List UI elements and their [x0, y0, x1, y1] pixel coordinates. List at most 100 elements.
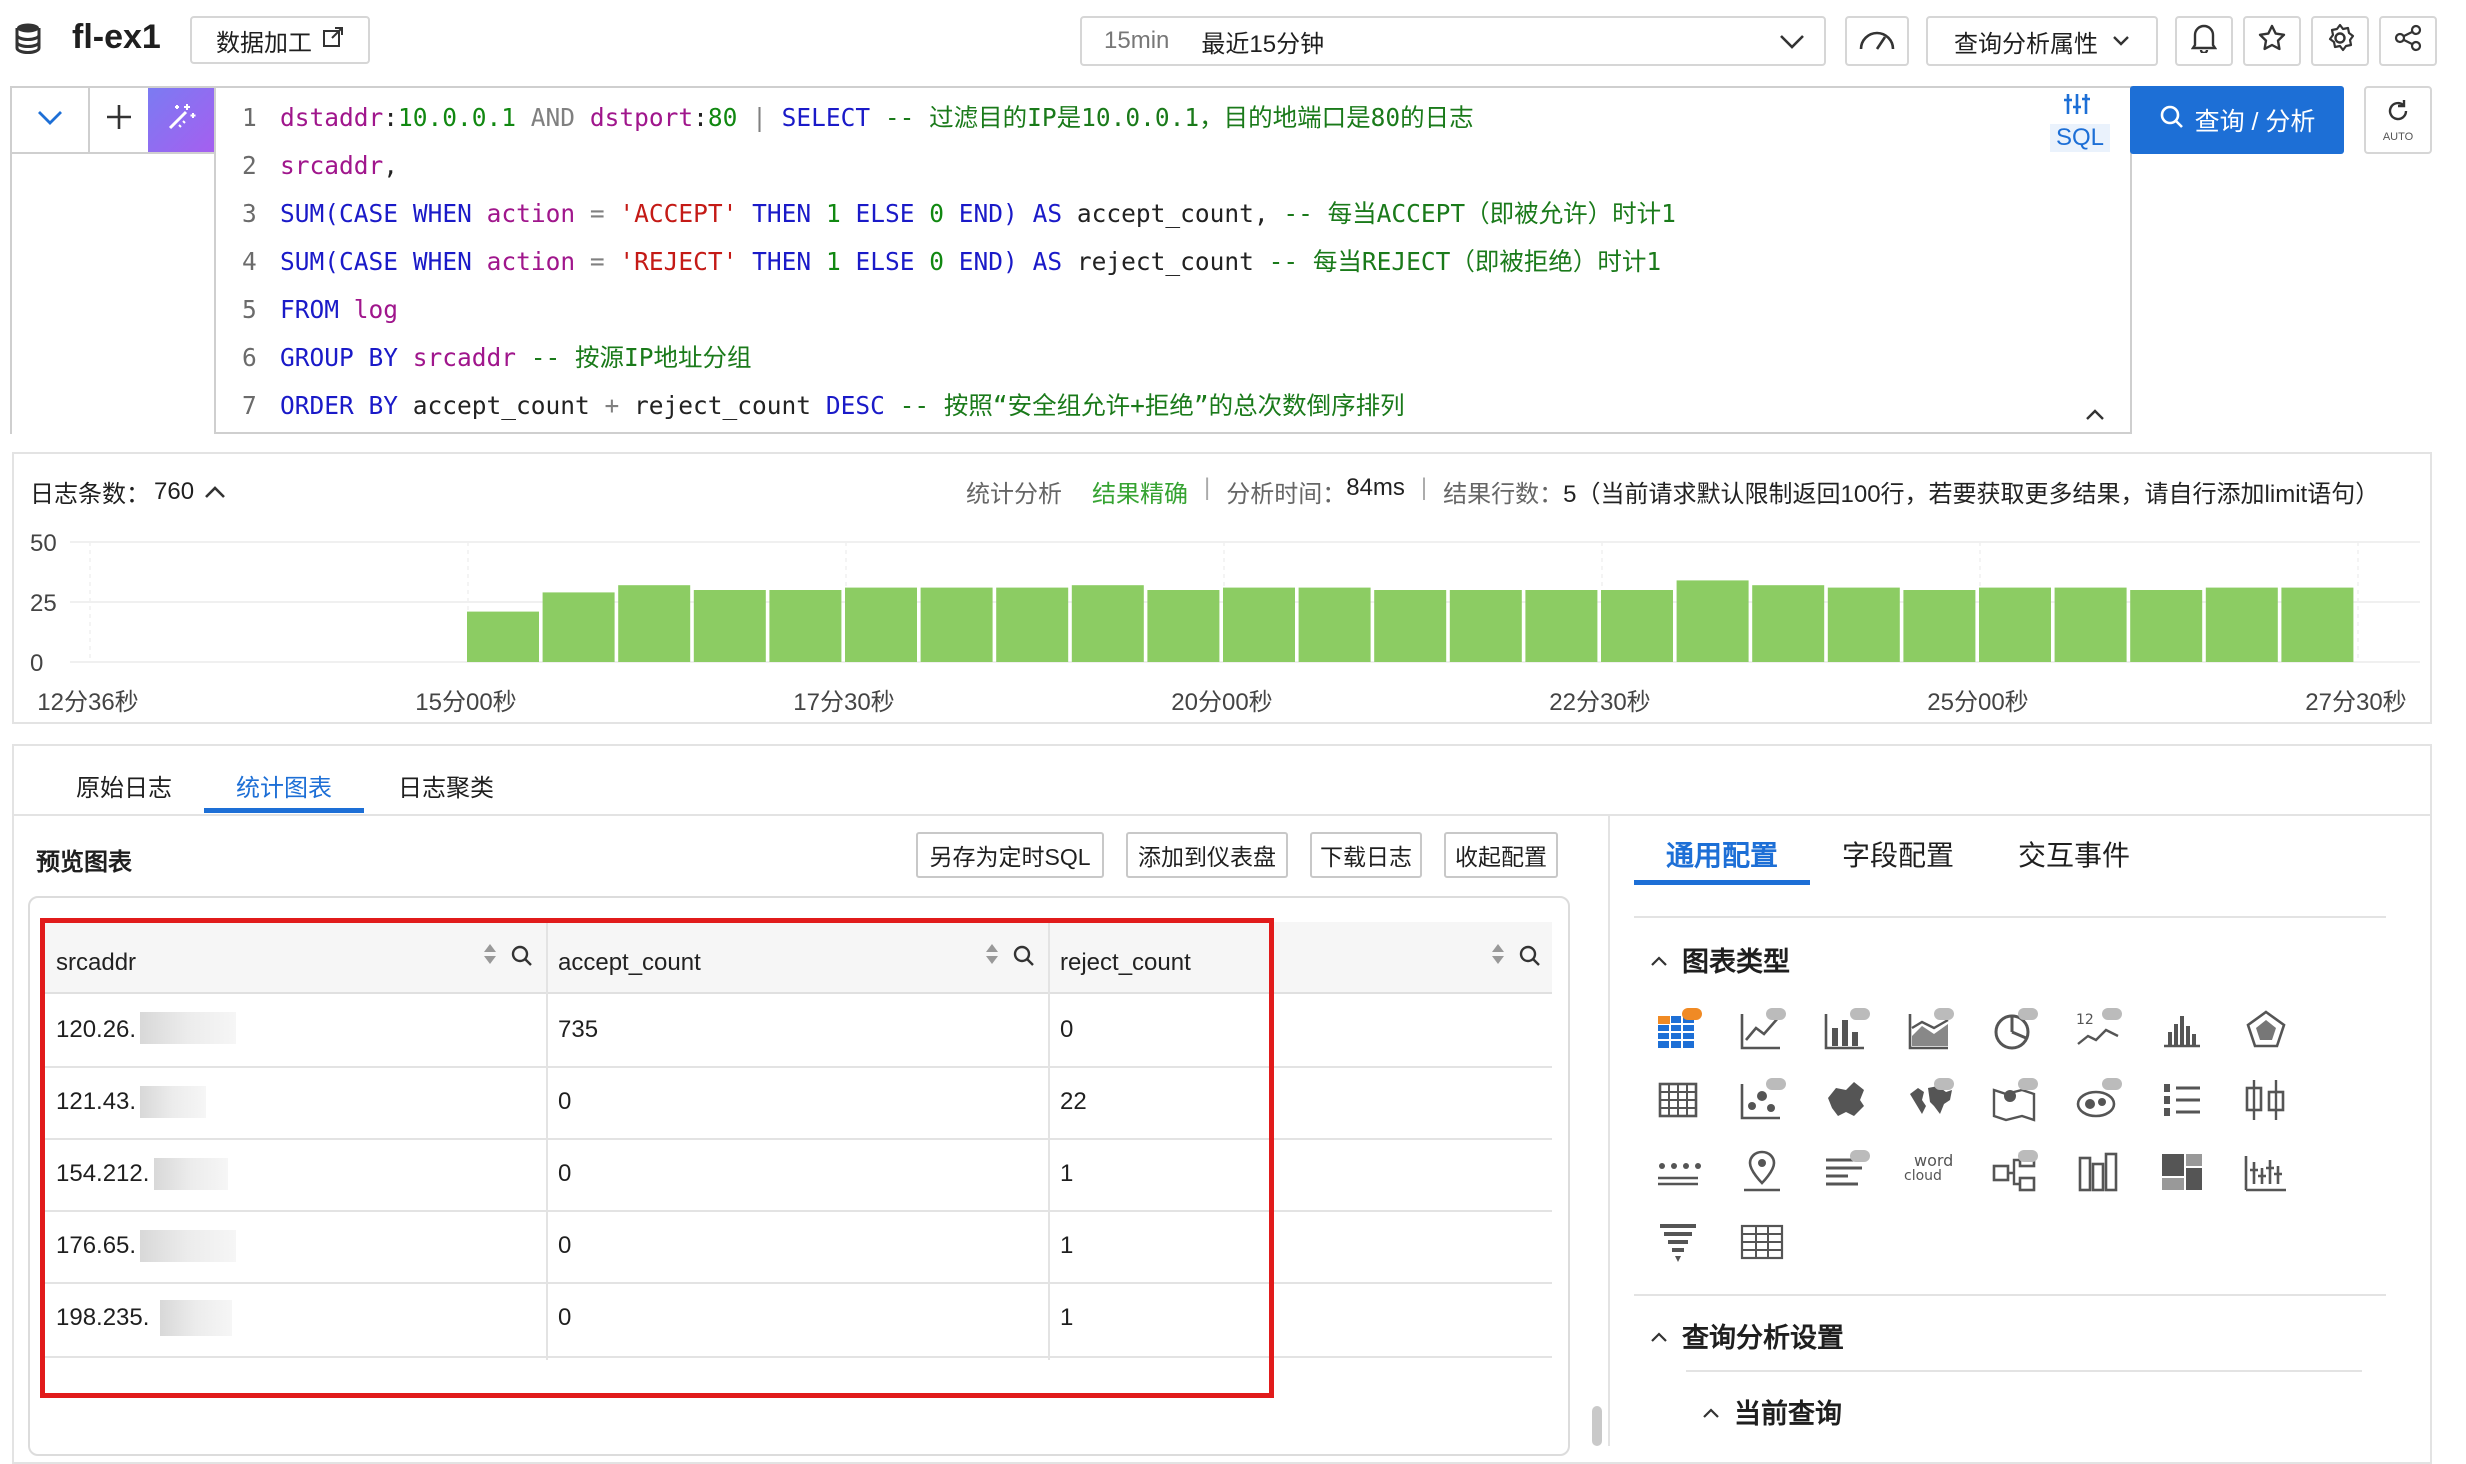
chevron-up-icon — [1650, 1322, 1668, 1350]
analysis-props-button[interactable]: 查询分析属性 — [1926, 16, 2158, 66]
histogram-bar — [1903, 590, 1976, 662]
save-scheduled-sql-button[interactable]: 另存为定时SQL — [916, 832, 1104, 878]
query-tools-divider — [214, 86, 216, 434]
boxplot-icon[interactable] — [2242, 1076, 2290, 1124]
histogram-bar — [2281, 587, 2354, 662]
china-map-icon[interactable] — [1822, 1076, 1870, 1124]
add-query-button[interactable] — [90, 88, 148, 152]
area-chart-icon[interactable] — [1906, 1006, 1954, 1054]
tab-active-indicator — [1634, 880, 1810, 885]
treemap-icon[interactable] — [2158, 1148, 2206, 1196]
x-tick-label: 15分00秒 — [415, 689, 516, 716]
query-settings-section[interactable]: 查询分析设置 — [1650, 1316, 1844, 1355]
world-map-icon[interactable] — [1906, 1076, 1954, 1124]
highlight-box — [40, 918, 1274, 1398]
y-tick-label: 50 — [30, 530, 57, 557]
collapse-query-button[interactable] — [12, 88, 90, 152]
bar-chart-icon[interactable] — [1822, 1006, 1870, 1054]
gauge-icon — [1857, 25, 1897, 58]
precise-label: 结果精确 — [1092, 481, 1188, 508]
data-process-button[interactable]: 数据加工 — [190, 16, 370, 64]
auto-refresh-button[interactable]: AUTO — [2364, 86, 2432, 154]
tab-raw-logs[interactable]: 原始日志 — [76, 768, 172, 803]
tab-field-config[interactable]: 字段配置 — [1842, 834, 1954, 874]
pie-chart-icon[interactable] — [1990, 1006, 2038, 1054]
favorite-button[interactable] — [2243, 16, 2301, 66]
line-chart-icon[interactable] — [1738, 1006, 1786, 1054]
result-rows-value: 5（当前请求默认限制返回100行，若要获取更多结果，请自行添加limit语句） — [1563, 481, 2380, 508]
histogram-icon[interactable] — [2158, 1006, 2206, 1054]
x-tick-label: 17分30秒 — [793, 689, 894, 716]
current-query-label: 当前查询 — [1734, 1399, 1842, 1429]
panel-divider — [1608, 816, 1610, 1446]
stats-summary: 统计分析 结果精确 | 分析时间： 84ms | 结果行数： 5（当前请求默认限… — [966, 474, 2379, 509]
collapse-config-button[interactable]: 收起配置 — [1444, 832, 1558, 878]
data-process-label: 数据加工 — [216, 29, 312, 57]
tab-log-cluster[interactable]: 日志聚类 — [398, 768, 494, 803]
config-tabs-line — [1634, 916, 2386, 918]
current-query-section[interactable]: 当前查询 — [1702, 1392, 1842, 1431]
sort-icon[interactable] — [1490, 942, 1506, 973]
x-tick-label: 22分30秒 — [1549, 689, 1650, 716]
tab-general-config[interactable]: 通用配置 — [1666, 834, 1778, 874]
add-to-dashboard-button[interactable]: 添加到仪表盘 — [1126, 832, 1288, 878]
timeline-chart-icon[interactable] — [1822, 1148, 1870, 1196]
magic-assist-button[interactable] — [148, 88, 214, 152]
separator: | — [1420, 474, 1428, 501]
map-marker-icon[interactable] — [1738, 1148, 1786, 1196]
search-icon — [2159, 104, 2185, 137]
chevron-down-icon — [1778, 30, 1806, 59]
star-icon — [2257, 23, 2287, 60]
stat-analysis-label: 统计分析 — [966, 481, 1062, 508]
amap-icon[interactable] — [2074, 1076, 2122, 1124]
bell-icon — [2190, 23, 2218, 60]
x-tick-label: 20分00秒 — [1171, 689, 1272, 716]
word-cloud-icon[interactable]: word cloud — [1900, 1148, 1960, 1196]
histogram-bar — [996, 587, 1069, 662]
database-icon — [14, 22, 42, 54]
cross-table-icon[interactable] — [1654, 1076, 1702, 1124]
chevron-down-icon — [2112, 27, 2130, 55]
search-icon[interactable] — [1518, 944, 1542, 975]
scatter-chart-icon[interactable] — [1738, 1076, 1786, 1124]
flow-chart-icon[interactable] — [1654, 1148, 1702, 1196]
download-logs-button[interactable]: 下载日志 — [1310, 832, 1422, 878]
histogram-bar — [1071, 585, 1144, 662]
tab-active-indicator — [204, 808, 364, 813]
histogram-bar — [2205, 587, 2278, 662]
list-chart-icon[interactable] — [2158, 1076, 2206, 1124]
log-count[interactable]: 日志条数： 760 — [30, 474, 226, 509]
analysis-props-label: 查询分析属性 — [1954, 30, 2098, 58]
column-chart-icon[interactable] — [2074, 1148, 2122, 1196]
sql-toggle[interactable]: SQL — [2040, 90, 2114, 156]
share-button[interactable] — [2379, 16, 2437, 66]
funnel-chart-icon[interactable] — [1654, 1218, 1702, 1266]
search-analyze-button[interactable]: 查询 / 分析 — [2130, 86, 2344, 154]
collapse-editor-icon[interactable] — [2084, 402, 2106, 430]
chevron-down-icon — [36, 106, 64, 134]
gauge-button[interactable] — [1845, 16, 1909, 66]
histogram-bar — [1979, 587, 2051, 662]
radar-chart-icon[interactable] — [2242, 1006, 2290, 1054]
candlestick-icon[interactable] — [2242, 1148, 2290, 1196]
log-count-value: 760 — [154, 477, 195, 505]
tab-interaction-events[interactable]: 交互事件 — [2018, 834, 2130, 874]
alert-button[interactable] — [2175, 16, 2233, 66]
single-value-icon[interactable]: 12 — [2074, 1006, 2122, 1054]
table-chart-icon[interactable] — [1654, 1006, 1702, 1054]
metric-list-icon[interactable] — [1738, 1218, 1786, 1266]
topology-icon[interactable] — [1990, 1148, 2038, 1196]
time-range-select[interactable]: 15min 最近15分钟 — [1080, 16, 1826, 66]
geo-map-icon[interactable] — [1990, 1076, 2038, 1124]
vertical-scrollbar[interactable] — [1592, 1406, 1602, 1446]
config-section-line — [1634, 1294, 2386, 1296]
svg-text:12: 12 — [2076, 1012, 2094, 1028]
x-tick-label: 12分36秒 — [37, 689, 138, 716]
project-name: fl-ex1 — [72, 18, 161, 56]
histogram-bar — [1601, 590, 1673, 662]
chart-type-section[interactable]: 图表类型 — [1650, 940, 1790, 979]
refresh-icon — [2385, 98, 2411, 131]
histogram-chart[interactable]: 50 25 0 12分36秒 15分00秒 17分30秒 20分00秒 22分30秒 25分00… — [20, 520, 2432, 720]
tab-stat-chart[interactable]: 统计图表 — [236, 768, 332, 803]
settings-button[interactable] — [2311, 16, 2369, 66]
